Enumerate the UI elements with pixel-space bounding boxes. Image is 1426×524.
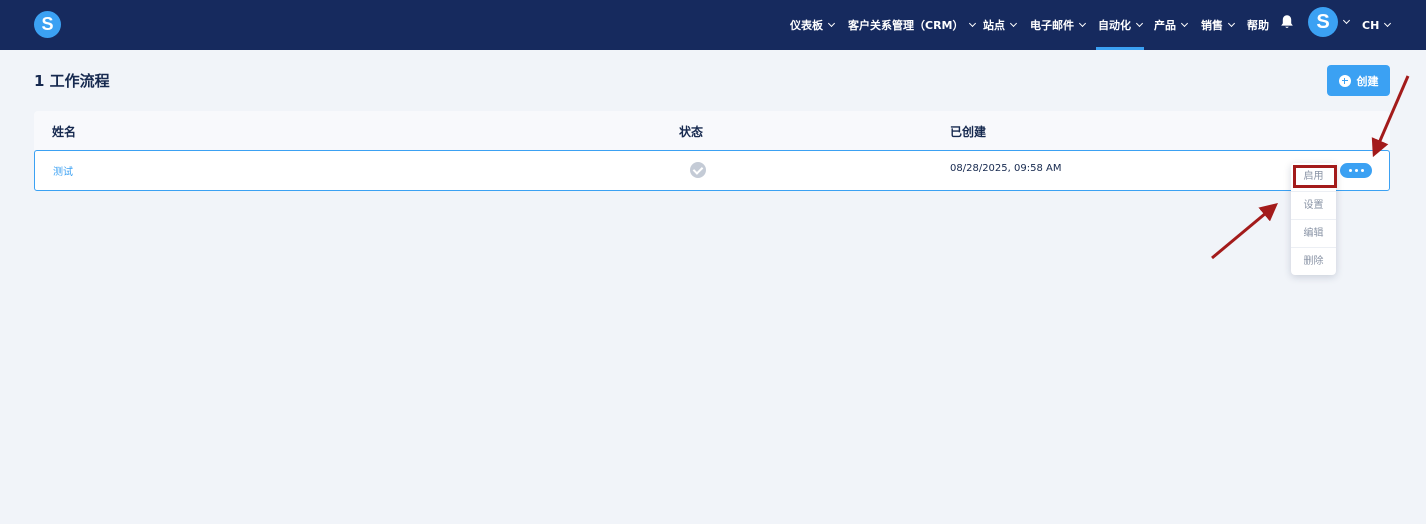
arrow-annotation [1371, 75, 1410, 158]
annotation-arrows [1211, 75, 1410, 260]
arrow-annotation [1211, 203, 1278, 260]
